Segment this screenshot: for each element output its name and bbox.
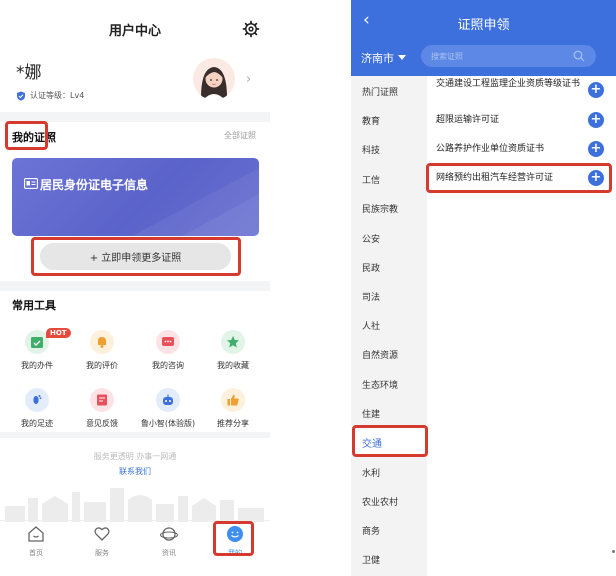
tool-my-reviews[interactable]: 我的评价	[70, 330, 134, 371]
category-education[interactable]: 教育	[362, 114, 380, 127]
contact-link[interactable]: 联系我们	[0, 466, 270, 477]
star-icon	[221, 330, 245, 354]
edge-dot	[612, 550, 615, 553]
city-selector[interactable]: 济南市	[361, 50, 406, 66]
hot-badge: HOT	[46, 328, 71, 338]
tab-home[interactable]: 首页	[11, 525, 61, 558]
list-item[interactable]: 超限运输许可证	[436, 114, 586, 127]
tool-my-favorites[interactable]: 我的收藏	[201, 330, 265, 371]
add-icon[interactable]: +	[588, 112, 604, 128]
page-title: 证照申领	[457, 18, 510, 33]
category-public-security[interactable]: 公安	[362, 232, 380, 245]
city-label: 济南市	[361, 52, 394, 65]
add-icon[interactable]: +	[588, 141, 604, 157]
highlight-box	[5, 121, 48, 150]
category-civil-affairs[interactable]: 民政	[362, 261, 380, 274]
robot-icon	[156, 388, 180, 412]
tool-my-consult[interactable]: 我的咨询	[136, 330, 200, 371]
tool-robot-assistant[interactable]: 鲁小智(体验版)	[136, 388, 200, 429]
category-agriculture[interactable]: 农业农村	[362, 495, 398, 508]
footprint-icon	[25, 388, 49, 412]
id-card-icon	[24, 178, 38, 189]
user-center-screen: 用户中心 *娜 认证等级：Lv4 › 我的证照 全部证照 居民身份证电子信息 +…	[0, 0, 270, 576]
heart-icon	[94, 527, 110, 541]
verify-level: 认证等级：Lv4	[16, 90, 84, 101]
category-technology[interactable]: 科技	[362, 143, 380, 156]
bell-icon	[90, 330, 114, 354]
tool-feedback[interactable]: 意见反馈	[70, 388, 134, 429]
category-ethnic-religion[interactable]: 民族宗教	[362, 202, 398, 215]
slogan: 服务更透明 办事一网通	[93, 452, 177, 461]
section-divider	[0, 432, 270, 438]
gear-icon[interactable]	[242, 20, 260, 38]
tool-share[interactable]: 推荐分享	[201, 388, 265, 429]
thumbs-up-icon	[221, 388, 245, 412]
card-title: 居民身份证电子信息	[40, 178, 149, 192]
highlight-box	[352, 425, 428, 457]
chevron-right-icon[interactable]: ›	[246, 72, 251, 87]
category-health[interactable]: 卫健	[362, 553, 380, 566]
feedback-icon	[90, 388, 114, 412]
category-water[interactable]: 水利	[362, 466, 380, 479]
tools-title: 常用工具	[12, 299, 56, 312]
shield-icon	[17, 91, 25, 101]
caret-down-icon	[398, 55, 406, 60]
search-input[interactable]: 搜索证照	[421, 45, 596, 67]
list-item[interactable]: 公路养护作业单位资质证书	[436, 143, 586, 156]
city-skyline-illustration	[5, 488, 264, 522]
highlight-box	[213, 521, 254, 556]
category-commerce[interactable]: 商务	[362, 524, 380, 537]
category-housing[interactable]: 住建	[362, 407, 380, 420]
tab-news[interactable]: 资讯	[144, 525, 194, 558]
tab-service[interactable]: 服务	[77, 525, 127, 558]
verify-label: 认证等级：Lv4	[30, 91, 85, 100]
search-icon[interactable]	[573, 50, 585, 62]
page-title: 用户中心	[108, 24, 161, 39]
highlight-box	[426, 163, 612, 193]
highlight-box	[31, 237, 241, 276]
category-hot[interactable]: 热门证照	[362, 85, 398, 98]
list-item[interactable]: 交通建设工程监理企业资质等级证书	[436, 78, 586, 91]
category-ecology[interactable]: 生态环境	[362, 378, 398, 391]
category-hr[interactable]: 人社	[362, 319, 380, 332]
id-card[interactable]	[12, 158, 259, 236]
user-name: *娜	[16, 63, 42, 83]
tool-my-footprint[interactable]: 我的足迹	[5, 388, 69, 429]
section-divider	[0, 281, 270, 291]
avatar[interactable]	[193, 58, 235, 100]
home-icon	[28, 526, 44, 542]
chat-icon	[156, 330, 180, 354]
cert-apply-screen: ‹ 证照申领 济南市 搜索证照 热门证照 教育 科技 工信 民族宗教 公安 民政…	[351, 0, 616, 576]
category-industry[interactable]: 工信	[362, 173, 380, 186]
category-justice[interactable]: 司法	[362, 290, 380, 303]
add-icon[interactable]: +	[588, 82, 604, 98]
planet-icon	[159, 527, 179, 541]
all-certs-link[interactable]: 全部证照	[224, 130, 256, 141]
category-natural-resources[interactable]: 自然资源	[362, 348, 398, 361]
